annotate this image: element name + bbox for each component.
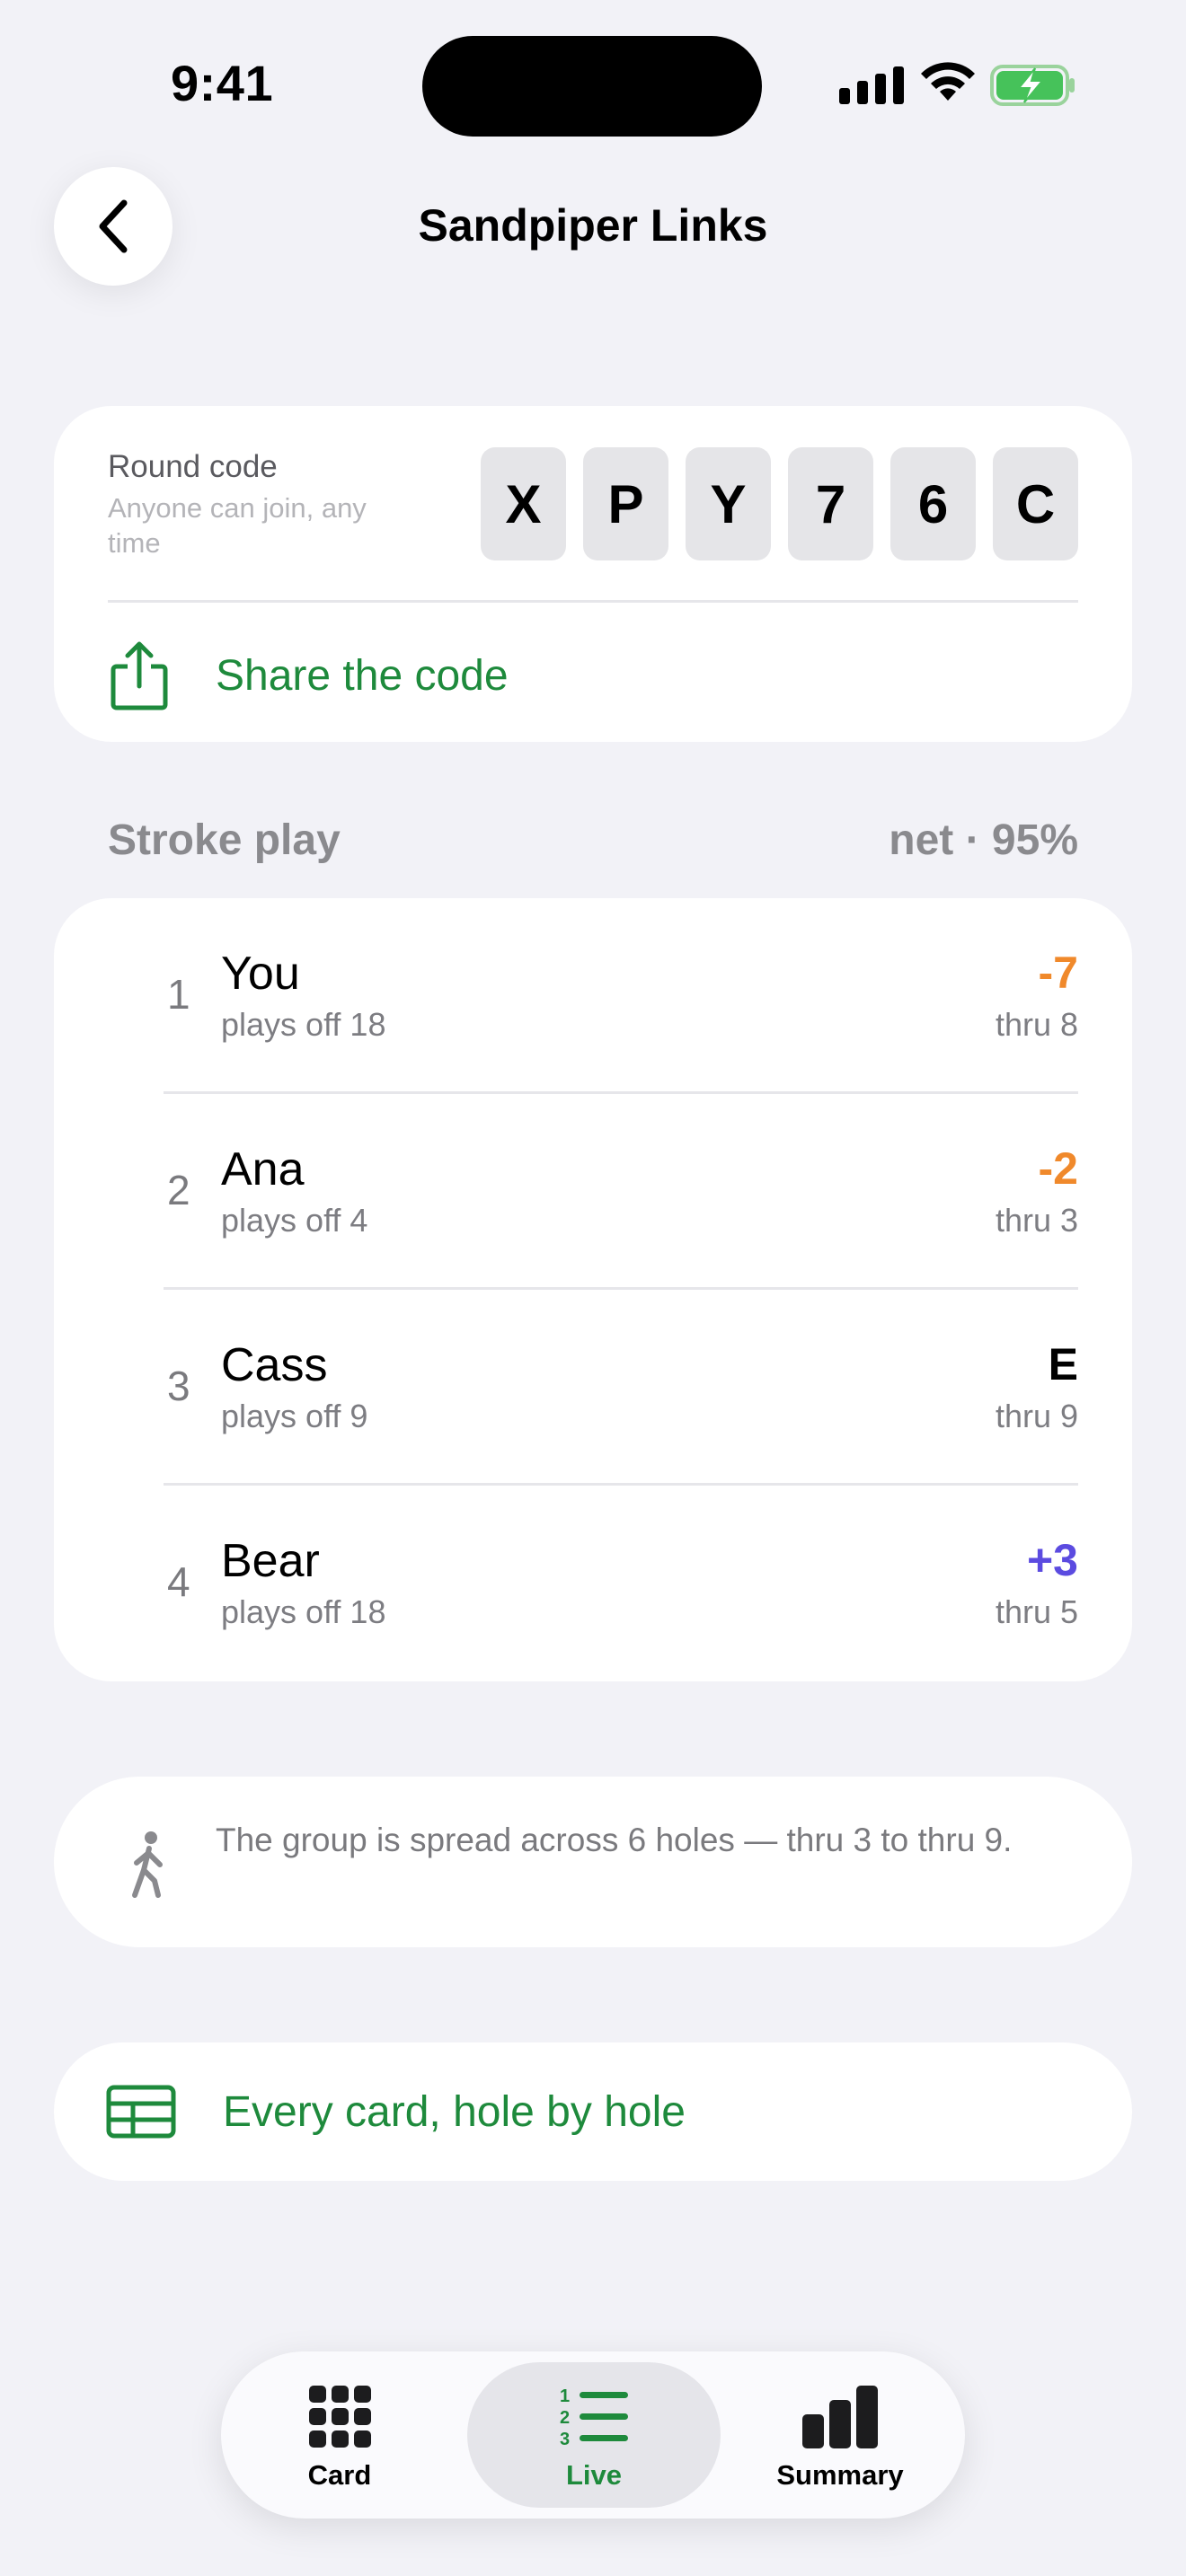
player-rank: 3: [167, 1363, 190, 1409]
player-score: E: [1048, 1339, 1078, 1389]
tab-label: Live: [565, 2459, 623, 2491]
svg-text:2: 2: [560, 2408, 570, 2428]
tab-bar: Card 1 2 3 Live Summary: [221, 2351, 965, 2519]
share-icon: [111, 641, 168, 710]
player-handicap: plays off 18: [221, 1593, 386, 1630]
player-thru: thru 8: [995, 1006, 1078, 1043]
player-name: Cass: [221, 1339, 328, 1391]
leaderboard-card: 1 You plays off 18 -7 thru 8 2 Ana plays…: [54, 898, 1132, 1681]
bar-chart-icon: [802, 2386, 878, 2448]
leaderboard-row[interactable]: 4 Bear plays off 18 +3 thru 5: [54, 1486, 1132, 1681]
code-char: Y: [686, 447, 771, 560]
player-thru: thru 9: [995, 1398, 1078, 1434]
player-score: -2: [1038, 1143, 1078, 1194]
page-title: Sandpiper Links: [418, 200, 768, 251]
player-name: Ana: [221, 1143, 305, 1195]
player-name: Bear: [221, 1535, 320, 1587]
player-thru: thru 5: [995, 1593, 1078, 1630]
round-code-card: Round code Anyone can join, any time X P…: [54, 406, 1132, 742]
every-card-label: Every card, hole by hole: [223, 2087, 686, 2136]
every-card-button[interactable]: Every card, hole by hole: [54, 2042, 1132, 2181]
tab-label: Summary: [776, 2459, 904, 2491]
numbered-list-icon: 1 2 3: [560, 2386, 628, 2448]
walking-person-icon: [132, 1831, 163, 1898]
player-rank: 1: [167, 971, 190, 1018]
tab-label: Card: [307, 2459, 372, 2491]
share-code-button[interactable]: Share the code: [108, 631, 1078, 720]
group-spread-text: The group is spread across 6 holes — thr…: [216, 1822, 1013, 1858]
battery-charging-icon: [990, 65, 1075, 106]
dynamic-island: [422, 36, 762, 137]
svg-text:3: 3: [560, 2430, 570, 2448]
round-code-tiles: X P Y 7 6 C: [481, 447, 1078, 560]
leaderboard-row[interactable]: 2 Ana plays off 4 -2 thru 3: [54, 1094, 1132, 1290]
scoring-label: net · 95%: [889, 816, 1078, 864]
grid-icon: [309, 2386, 371, 2448]
player-name: You: [221, 948, 300, 1000]
player-thru: thru 3: [995, 1202, 1078, 1239]
share-code-label: Share the code: [216, 651, 509, 700]
cellular-signal-icon: [839, 59, 904, 104]
code-char: X: [481, 447, 566, 560]
leaderboard-row[interactable]: 1 You plays off 18 -7 thru 8: [54, 898, 1132, 1094]
player-score: -7: [1038, 948, 1078, 998]
round-code-label: Round code: [108, 449, 278, 484]
player-rank: 4: [167, 1558, 190, 1605]
player-rank: 2: [167, 1167, 190, 1213]
divider: [108, 600, 1078, 603]
code-char: 7: [788, 447, 873, 560]
code-char: P: [583, 447, 668, 560]
chevron-left-icon: [99, 199, 128, 253]
code-char: C: [993, 447, 1078, 560]
player-handicap: plays off 9: [221, 1398, 368, 1434]
wifi-icon: [921, 62, 975, 101]
status-time: 9:41: [171, 55, 274, 111]
svg-text:1: 1: [560, 2386, 570, 2406]
tab-live[interactable]: 1 2 3 Live: [467, 2362, 721, 2508]
player-handicap: plays off 4: [221, 1202, 368, 1239]
leaderboard-row[interactable]: 3 Cass plays off 9 E thru 9: [54, 1290, 1132, 1486]
code-char: 6: [890, 447, 976, 560]
player-handicap: plays off 18: [221, 1006, 386, 1043]
table-grid-icon: [106, 2085, 176, 2139]
tab-card[interactable]: Card: [232, 2362, 447, 2508]
back-button[interactable]: [54, 167, 173, 286]
player-score: +3: [1026, 1535, 1078, 1585]
group-spread-info: The group is spread across 6 holes — thr…: [54, 1777, 1132, 1947]
format-label: Stroke play: [108, 816, 341, 864]
tab-summary[interactable]: Summary: [724, 2362, 956, 2508]
round-code-sublabel: Anyone can join, any time: [108, 492, 367, 559]
